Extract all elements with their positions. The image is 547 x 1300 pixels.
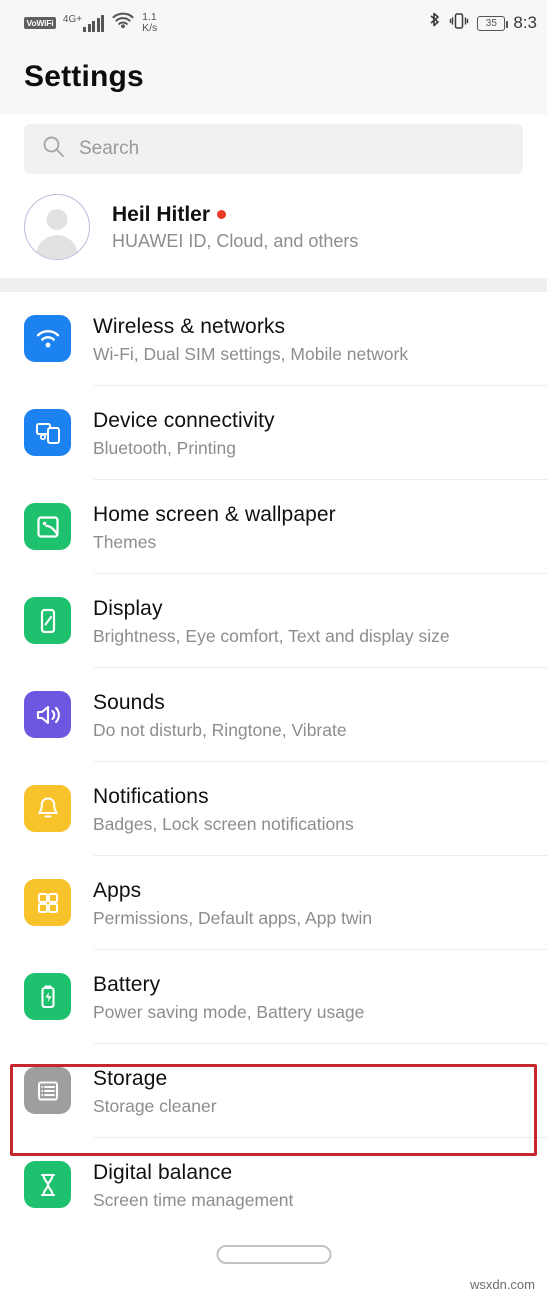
bell-icon xyxy=(24,785,71,832)
settings-item-subtitle: Do not disturb, Ringtone, Vibrate xyxy=(93,719,347,740)
settings-item-text: Wireless & networks Wi-Fi, Dual SIM sett… xyxy=(93,313,523,365)
watermark: wsxdn.com xyxy=(469,1277,535,1292)
settings-item-text: Notifications Badges, Lock screen notifi… xyxy=(93,783,523,835)
settings-item-storage[interactable]: Storage Storage cleaner xyxy=(0,1044,547,1137)
settings-item-text: Display Brightness, Eye comfort, Text an… xyxy=(93,595,523,647)
settings-item-title: Display xyxy=(93,596,163,620)
settings-item-text: Storage Storage cleaner xyxy=(93,1065,523,1117)
settings-item-subtitle: Themes xyxy=(93,531,157,552)
battery-icon xyxy=(24,973,71,1020)
battery-level: 35 xyxy=(485,17,497,29)
vowifi-icon: VoWiFi xyxy=(24,17,56,29)
settings-item-device-connectivity[interactable]: Device connectivity Bluetooth, Printing xyxy=(0,386,547,479)
status-bar-right: 35 8:3 xyxy=(428,11,537,36)
settings-item-sounds[interactable]: Sounds Do not disturb, Ringtone, Vibrate xyxy=(0,668,547,761)
settings-item-subtitle: Badges, Lock screen notifications xyxy=(93,813,354,834)
settings-item-text: Battery Power saving mode, Battery usage xyxy=(93,971,523,1023)
account-row[interactable]: Heil Hitler HUAWEI ID, Cloud, and others xyxy=(0,188,547,278)
wifi-icon xyxy=(24,315,71,362)
account-text: Heil Hitler HUAWEI ID, Cloud, and others xyxy=(112,203,358,252)
settings-item-text: Device connectivity Bluetooth, Printing xyxy=(93,407,523,459)
settings-item-title: Wireless & networks xyxy=(93,314,286,338)
signal-strength-bars xyxy=(83,14,105,32)
settings-item-title: Device connectivity xyxy=(93,408,275,432)
section-divider-band xyxy=(0,278,547,292)
wallpaper-image-icon xyxy=(24,503,71,550)
home-indicator[interactable] xyxy=(216,1245,331,1264)
settings-item-wireless-networks[interactable]: Wireless & networks Wi-Fi, Dual SIM sett… xyxy=(0,292,547,385)
settings-item-apps[interactable]: Apps Permissions, Default apps, App twin xyxy=(0,856,547,949)
status-bar-left: VoWiFi 4G+ 1.1 K/s xyxy=(24,11,158,35)
settings-item-title: Home screen & wallpaper xyxy=(93,502,336,526)
search-placeholder: Search xyxy=(79,138,140,159)
settings-item-title: Digital balance xyxy=(93,1160,233,1184)
settings-item-title: Apps xyxy=(93,878,142,902)
speed-unit: K/s xyxy=(142,22,158,34)
search-icon xyxy=(42,135,65,163)
settings-item-title: Sounds xyxy=(93,690,165,714)
settings-item-text: Apps Permissions, Default apps, App twin xyxy=(93,877,523,929)
status-bar: VoWiFi 4G+ 1.1 K/s 35 8:3 xyxy=(0,0,547,46)
network-speed-indicator: 1.1 K/s xyxy=(142,11,158,34)
storage-list-icon xyxy=(24,1067,71,1114)
settings-item-notifications[interactable]: Notifications Badges, Lock screen notifi… xyxy=(0,762,547,855)
settings-item-title: Notifications xyxy=(93,784,209,808)
wifi-icon xyxy=(111,12,135,35)
settings-item-home-screen-wallpaper[interactable]: Home screen & wallpaper Themes xyxy=(0,480,547,573)
page-header: Settings xyxy=(0,46,547,114)
status-badge xyxy=(217,210,227,219)
bluetooth-icon xyxy=(428,11,441,36)
settings-item-subtitle: Storage cleaner xyxy=(93,1095,217,1116)
signal-bars-icon: 4G+ xyxy=(62,13,105,32)
settings-item-display[interactable]: Display Brightness, Eye comfort, Text an… xyxy=(0,574,547,667)
settings-item-subtitle: Screen time management xyxy=(93,1189,294,1210)
battery-icon: 35 xyxy=(477,15,509,31)
vibrate-icon xyxy=(449,11,469,36)
settings-item-digital-balance[interactable]: Digital balance Screen time management xyxy=(0,1138,547,1231)
settings-item-subtitle: Wi-Fi, Dual SIM settings, Mobile network xyxy=(93,343,409,364)
person-avatar-icon xyxy=(24,194,90,260)
settings-item-subtitle: Permissions, Default apps, App twin xyxy=(93,907,373,928)
settings-item-subtitle: Power saving mode, Battery usage xyxy=(93,1001,365,1022)
settings-item-title: Storage xyxy=(93,1066,168,1090)
hourglass-icon xyxy=(24,1161,71,1208)
settings-item-subtitle: Brightness, Eye comfort, Text and displa… xyxy=(93,625,450,646)
settings-item-text: Digital balance Screen time management xyxy=(93,1159,523,1211)
search-section: Search xyxy=(0,114,547,188)
clock: 8:3 xyxy=(513,13,537,32)
settings-item-text: Sounds Do not disturb, Ringtone, Vibrate xyxy=(93,689,523,741)
network-type-label: 4G+ xyxy=(62,13,83,25)
search-input[interactable]: Search xyxy=(24,124,523,174)
device-connectivity-icon xyxy=(24,409,71,456)
display-phone-icon xyxy=(24,597,71,644)
account-subtitle: HUAWEI ID, Cloud, and others xyxy=(112,230,359,251)
apps-grid-icon xyxy=(24,879,71,926)
settings-item-text: Home screen & wallpaper Themes xyxy=(93,501,523,553)
page-title: Settings xyxy=(24,60,144,93)
settings-list: Wireless & networks Wi-Fi, Dual SIM sett… xyxy=(0,292,547,1231)
settings-item-subtitle: Bluetooth, Printing xyxy=(93,437,237,458)
account-name-line: Heil Hitler xyxy=(112,203,358,227)
settings-item-title: Battery xyxy=(93,972,161,996)
speaker-sound-icon xyxy=(24,691,71,738)
account-name: Heil Hitler xyxy=(112,202,211,226)
settings-item-battery[interactable]: Battery Power saving mode, Battery usage xyxy=(0,950,547,1043)
